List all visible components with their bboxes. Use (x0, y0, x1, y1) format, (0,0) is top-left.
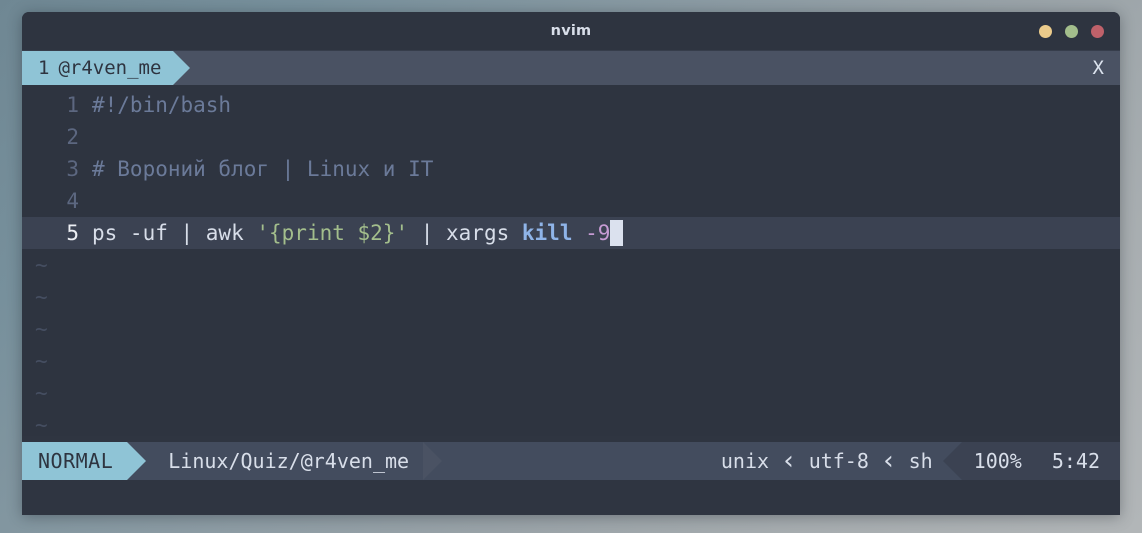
buffer-tab-label: @r4ven_me (58, 57, 162, 79)
line-number: 5 (66, 221, 79, 245)
editor-empty-line: ~ (22, 377, 1120, 409)
line-number: 1 (66, 93, 79, 117)
token-flag: -9 (585, 221, 611, 245)
editor-line-3[interactable]: 3 # Вороний блог | Linux и IT (22, 153, 1120, 185)
status-percent-arrow-icon (942, 442, 962, 480)
editor-empty-line: ~ (22, 409, 1120, 441)
bufferline: 1 @r4ven_me X (22, 51, 1120, 85)
nvim-window: nvim 1 @r4ven_me X 1 #!/bin/bash 2 3 # Ворон… (22, 12, 1120, 515)
status-chevron-left-icon-1: ‹ (779, 442, 799, 480)
editor-empty-line: ~ (22, 345, 1120, 377)
window-controls (1039, 12, 1104, 50)
window-title: nvim (550, 23, 592, 39)
token-plain: ps -uf | awk (92, 221, 257, 245)
tilde-icon: ~ (35, 253, 48, 277)
line-content: # Вороний блог | Linux и IT (92, 157, 1120, 181)
buffer-close-icon[interactable]: X (1093, 51, 1120, 85)
editor-area[interactable]: 1 #!/bin/bash 2 3 # Вороний блог | Linux и I… (22, 85, 1120, 437)
token-cmd: kill (521, 221, 573, 245)
editor-empty-line: ~ (22, 281, 1120, 313)
buffer-tab-r4ven-me[interactable]: 1 @r4ven_me (22, 51, 174, 85)
editor-line-5[interactable]: 5 ps -uf | awk '{print $2}' | xargs kill … (22, 217, 1120, 249)
status-position: 5:42 (1039, 442, 1120, 480)
editor-line-4[interactable]: 4 (22, 185, 1120, 217)
status-filetype: sh (898, 442, 943, 480)
tilde-icon: ~ (35, 317, 48, 341)
window-titlebar[interactable]: nvim (22, 12, 1120, 51)
desktop-background: nvim 1 @r4ven_me X 1 #!/bin/bash 2 3 # Ворон… (0, 0, 1142, 533)
status-mode-arrow-icon (127, 442, 147, 480)
editor-empty-line: ~ (22, 313, 1120, 345)
window-bottom-padding (22, 480, 1120, 510)
statusline-spacer (442, 442, 711, 480)
status-encoding: utf-8 (798, 442, 879, 480)
status-fileformat: unix (710, 442, 780, 480)
editor-line-1[interactable]: 1 #!/bin/bash (22, 89, 1120, 121)
buffer-tab-arrow-icon (173, 51, 191, 85)
text-cursor (610, 220, 624, 246)
line-content: ps -uf | awk '{print $2}' | xargs kill -… (92, 220, 1120, 246)
statusline-right: unix ‹ utf-8 ‹ sh 100% 5:42 (442, 442, 1120, 480)
line-number: 3 (66, 157, 79, 181)
status-percent: 100% (961, 442, 1040, 480)
maximize-button[interactable] (1065, 24, 1078, 38)
status-chevron-left-icon-2: ‹ (878, 442, 899, 480)
editor-empty-line: ~ (22, 249, 1120, 281)
tilde-icon: ~ (35, 349, 48, 373)
token-comment: # Вороний блог | Linux и IT (92, 157, 434, 181)
statusline: NORMAL Linux/Quiz/@r4ven_me unix ‹ utf-8… (22, 442, 1120, 480)
line-content: #!/bin/bash (92, 93, 1120, 117)
editor-line-2[interactable]: 2 (22, 121, 1120, 153)
token-plain: | xargs (408, 221, 522, 245)
status-path-arrow-icon (423, 442, 443, 480)
buffer-tab-number: 1 (38, 57, 50, 79)
token-comment: #!/bin/bash (92, 93, 232, 117)
line-number: 2 (66, 125, 79, 149)
token-string: '{print $2}' (256, 221, 409, 245)
line-number: 4 (66, 189, 79, 213)
close-button[interactable] (1091, 24, 1104, 38)
status-mode: NORMAL (22, 442, 128, 480)
tilde-icon: ~ (35, 413, 48, 437)
status-filepath: Linux/Quiz/@r4ven_me (168, 449, 410, 473)
bufferline-filler (190, 51, 1092, 85)
tilde-icon: ~ (35, 381, 48, 405)
minimize-button[interactable] (1039, 24, 1052, 38)
tilde-icon: ~ (35, 285, 48, 309)
